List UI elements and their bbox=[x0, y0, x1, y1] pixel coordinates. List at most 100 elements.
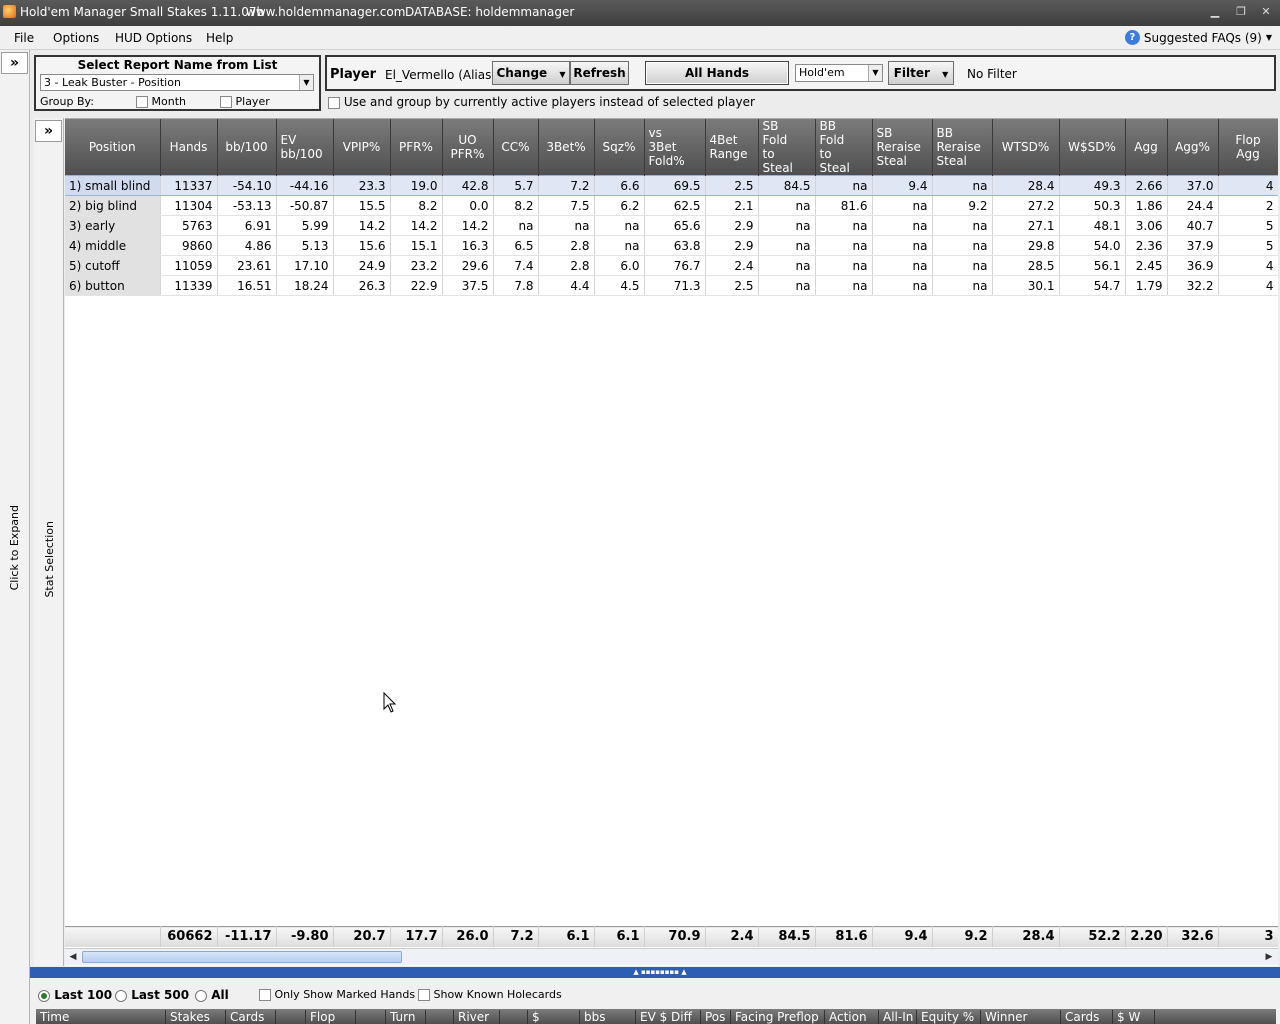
stat-cell[interactable]: 36.9 bbox=[1167, 255, 1219, 276]
chevron-down-icon[interactable]: ▼ bbox=[868, 65, 882, 81]
stat-cell[interactable]: 6.6 bbox=[594, 175, 645, 196]
expand-icon[interactable]: » bbox=[35, 120, 62, 142]
stat-cell[interactable]: 62.5 bbox=[644, 195, 706, 216]
stat-cell[interactable]: 9.4 bbox=[872, 175, 933, 196]
stat-cell[interactable]: 11059 bbox=[160, 255, 218, 276]
column-header-5[interactable]: PFR% bbox=[390, 119, 443, 176]
stat-cell[interactable]: na bbox=[872, 275, 933, 296]
suggested-faqs-button[interactable]: ? Suggested FAQs (9) ▼ bbox=[1124, 30, 1272, 45]
column-header-3[interactable]: EV bb/100 bbox=[276, 119, 334, 176]
panel-splitter[interactable]: ▲ ▪▪▪▪▪▪▪▪ ▲ bbox=[30, 967, 1280, 978]
table-row[interactable]: 4) middle 9860 4.86 5.13 15.6 15.1 16.3 6.5 2.8 n… bbox=[65, 235, 1278, 256]
stat-cell[interactable]: 8.2 bbox=[493, 195, 539, 216]
stat-cell[interactable]: 14.2 bbox=[442, 215, 494, 236]
stat-cell[interactable]: na bbox=[872, 195, 933, 216]
hand-column-header[interactable] bbox=[426, 1010, 454, 1024]
minimize-icon[interactable]: ▁ bbox=[1206, 4, 1224, 20]
column-header-6[interactable]: UO PFR% bbox=[442, 119, 494, 176]
stat-selection-label[interactable]: Stat Selection bbox=[43, 521, 56, 598]
stat-cell[interactable]: 14.2 bbox=[333, 215, 391, 236]
stat-cell[interactable]: na bbox=[758, 195, 816, 216]
hand-column-header[interactable]: Winner bbox=[981, 1010, 1061, 1024]
stat-cell[interactable]: na bbox=[538, 215, 595, 236]
stat-cell[interactable]: -54.10 bbox=[217, 175, 277, 196]
stat-cell[interactable]: 65.6 bbox=[644, 215, 706, 236]
column-header-7[interactable]: CC% bbox=[493, 119, 539, 176]
splitter-grip-icon[interactable]: ▲ ▪▪▪▪▪▪▪▪ ▲ bbox=[625, 968, 695, 977]
stat-cell[interactable]: 5763 bbox=[160, 215, 218, 236]
table-row[interactable]: 6) button 11339 16.51 18.24 26.3 22.9 37.5 7.8 4… bbox=[65, 275, 1278, 296]
last-500-radio[interactable] bbox=[115, 989, 127, 1002]
hand-column-header[interactable]: Time bbox=[36, 1010, 166, 1024]
stat-cell[interactable]: 48.1 bbox=[1059, 215, 1126, 236]
known-holecards-checkbox[interactable] bbox=[418, 989, 430, 1001]
stat-cell[interactable]: 37.0 bbox=[1167, 175, 1219, 196]
column-header-2[interactable]: bb/100 bbox=[217, 119, 277, 176]
stat-cell[interactable]: 0.0 bbox=[442, 195, 494, 216]
refresh-button[interactable]: Refresh bbox=[570, 61, 629, 85]
stat-cell[interactable]: 40.7 bbox=[1167, 215, 1219, 236]
stat-cell[interactable]: na bbox=[815, 215, 873, 236]
position-cell[interactable]: 2) big blind bbox=[65, 195, 161, 216]
stat-cell[interactable]: na bbox=[594, 235, 645, 256]
filter-button[interactable]: Filter ▼ bbox=[888, 61, 954, 85]
stat-cell[interactable]: na bbox=[872, 215, 933, 236]
stat-cell[interactable]: 4 bbox=[1218, 275, 1278, 296]
column-header-14[interactable]: SB Reraise Steal bbox=[872, 119, 933, 176]
all-option[interactable]: All bbox=[195, 988, 229, 1002]
stat-cell[interactable]: 18.24 bbox=[276, 275, 334, 296]
last-100-radio[interactable] bbox=[38, 989, 50, 1002]
position-cell[interactable]: 3) early bbox=[65, 215, 161, 236]
report-dropdown[interactable]: 3 - Leak Buster - Position ▼ bbox=[40, 74, 314, 91]
stat-cell[interactable]: 2.36 bbox=[1125, 235, 1168, 256]
hand-column-header[interactable]: Equity % bbox=[917, 1010, 981, 1024]
stat-cell[interactable]: 17.10 bbox=[276, 255, 334, 276]
stat-cell[interactable]: 2.8 bbox=[538, 235, 595, 256]
stat-cell[interactable]: 7.5 bbox=[538, 195, 595, 216]
stat-cell[interactable]: -50.87 bbox=[276, 195, 334, 216]
stat-cell[interactable]: na bbox=[932, 275, 993, 296]
stat-cell[interactable]: na bbox=[758, 275, 816, 296]
position-cell[interactable]: 1) small blind bbox=[65, 175, 161, 196]
stat-cell[interactable]: -53.13 bbox=[217, 195, 277, 216]
hand-column-header[interactable]: River bbox=[454, 1010, 500, 1024]
expand-icon[interactable]: » bbox=[1, 52, 28, 74]
stat-cell[interactable]: 14.2 bbox=[390, 215, 443, 236]
stat-cell[interactable]: 37.9 bbox=[1167, 235, 1219, 256]
stat-cell[interactable]: 56.1 bbox=[1059, 255, 1126, 276]
hand-column-header[interactable]: Pos bbox=[701, 1010, 731, 1024]
chevron-down-icon[interactable]: ▼ bbox=[299, 75, 313, 90]
stat-cell[interactable]: na bbox=[815, 255, 873, 276]
menu-hud-options[interactable]: HUD Options bbox=[115, 31, 192, 45]
stat-cell[interactable]: na bbox=[493, 215, 539, 236]
hand-column-header[interactable] bbox=[356, 1010, 386, 1024]
stat-cell[interactable]: 23.2 bbox=[390, 255, 443, 276]
stat-cell[interactable]: 11304 bbox=[160, 195, 218, 216]
hand-column-header[interactable]: All-In bbox=[879, 1010, 917, 1024]
stat-cell[interactable]: na bbox=[872, 235, 933, 256]
stat-cell[interactable]: 4.86 bbox=[217, 235, 277, 256]
stat-cell[interactable]: na bbox=[815, 235, 873, 256]
table-row[interactable]: 3) early 5763 6.91 5.99 14.2 14.2 14.2 na na na 65… bbox=[65, 215, 1278, 236]
stat-cell[interactable]: 69.5 bbox=[644, 175, 706, 196]
stat-cell[interactable]: 7.2 bbox=[538, 175, 595, 196]
stat-cell[interactable]: 76.7 bbox=[644, 255, 706, 276]
stat-cell[interactable]: 23.3 bbox=[333, 175, 391, 196]
stat-cell[interactable]: 4.4 bbox=[538, 275, 595, 296]
stat-cell[interactable]: 1.79 bbox=[1125, 275, 1168, 296]
column-header-19[interactable]: Agg% bbox=[1167, 119, 1219, 176]
column-header-9[interactable]: Sqz% bbox=[594, 119, 645, 176]
hand-column-header[interactable]: $ W bbox=[1113, 1010, 1155, 1024]
table-row[interactable]: 2) big blind 11304 -53.13 -50.87 15.5 8.2 0.0 8… bbox=[65, 195, 1278, 216]
group-by-month[interactable]: Month bbox=[136, 95, 186, 108]
stat-cell[interactable]: 2.9 bbox=[705, 235, 759, 256]
position-cell[interactable]: 5) cutoff bbox=[65, 255, 161, 276]
marked-hands-option[interactable]: Only Show Marked Hands bbox=[259, 988, 415, 1001]
column-header-4[interactable]: VPIP% bbox=[333, 119, 391, 176]
column-header-11[interactable]: 4Bet Range bbox=[705, 119, 759, 176]
stat-cell[interactable]: 7.4 bbox=[493, 255, 539, 276]
hand-column-header[interactable]: Turn bbox=[386, 1010, 426, 1024]
stat-selection-panel[interactable]: » Stat Selection bbox=[34, 118, 64, 966]
group-by-player[interactable]: Player bbox=[220, 95, 270, 108]
stat-cell[interactable]: 15.6 bbox=[333, 235, 391, 256]
